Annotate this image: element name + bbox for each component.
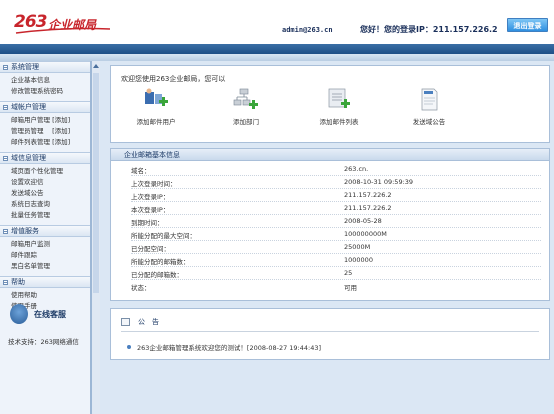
info-row: 所能分配的邮箱数： 1000000 <box>131 256 541 267</box>
info-value: 25 <box>344 269 353 277</box>
mailbox-info-panel: 企业邮箱基本信息 域名： 263.cn. 上次登录时间： 2008-10-31 09… <box>110 148 550 301</box>
notice-doc-icon <box>416 88 442 112</box>
notice-title: 公 告 <box>138 318 159 326</box>
info-value: 211.157.226.2 <box>344 204 392 212</box>
info-value: 100000000M <box>344 230 387 238</box>
info-value: 2008-05-28 <box>344 217 382 225</box>
add-department-label: 添加部门 <box>233 118 259 126</box>
collapse-icon <box>3 64 8 70</box>
info-key: 到期时间： <box>131 219 164 227</box>
sidebar-section-title: 增值服务 <box>11 227 39 235</box>
info-key: 域名： <box>131 167 151 175</box>
info-panel-title: 企业邮箱基本信息 <box>111 149 549 161</box>
logo-swoosh-icon <box>15 27 111 34</box>
login-greeting: 您好！您的登录IP：211.157.226.2 <box>360 25 498 34</box>
sidebar-item-mail-tracking[interactable]: 邮件跟踪 <box>11 250 90 261</box>
sidebar-section-title: 帮助 <box>11 278 25 286</box>
sidebar-item-admins[interactable]: 管理员管理 [添加] <box>11 126 90 137</box>
bullet-icon <box>127 345 131 349</box>
info-key: 所能分配的邮箱数： <box>131 258 190 266</box>
sidebar-scrollbar[interactable] <box>91 61 100 414</box>
sidebar-section-system[interactable]: 系统管理 <box>0 61 90 73</box>
info-key: 已分配空间： <box>131 245 170 253</box>
notice-header: 公 告 <box>121 317 159 327</box>
welcome-title: 欢迎您使用263企业邮局，您可以 <box>121 75 226 83</box>
notice-item-text[interactable]: 263企业邮箱管理系统欢迎您的测试！[2008-08-27 19:44:43] <box>137 342 321 352</box>
welcome-panel: 欢迎您使用263企业邮局，您可以 添加邮件用户 添加部门 添加邮件列表 发送域公… <box>110 65 550 143</box>
header-bar <box>0 44 554 54</box>
info-row: 本次登录IP： 211.157.226.2 <box>131 204 541 215</box>
sidebar-item-change-password[interactable]: 修改管理系统密码 <box>11 86 90 97</box>
info-row: 已分配空间： 25000M <box>131 243 541 254</box>
sidebar-section-value-added[interactable]: 增值服务 <box>0 225 90 237</box>
sidebar-item-blackwhite-list[interactable]: 黑白名单管理 <box>11 261 90 272</box>
info-row: 上次登录IP： 211.157.226.2 <box>131 191 541 202</box>
notice-icon <box>121 318 130 326</box>
send-notice-label: 发送域公告 <box>412 118 446 126</box>
sidebar-item-mailbox-users[interactable]: 邮箱用户管理 [添加] <box>11 115 90 126</box>
info-key: 已分配的邮箱数： <box>131 271 183 279</box>
info-key: 上次登录时间： <box>131 180 177 188</box>
info-row: 所能分配的最大空间： 100000000M <box>131 230 541 241</box>
scroll-thumb[interactable] <box>93 73 99 293</box>
add-mail-list-label: 添加邮件列表 <box>319 118 359 126</box>
user-email: admin@263.cn <box>282 26 333 34</box>
info-value: 可用 <box>344 284 357 292</box>
info-key: 上次登录IP： <box>131 193 170 201</box>
sidebar-item-welcome-letter[interactable]: 设置欢迎信 <box>11 177 90 188</box>
info-key: 状态： <box>131 284 151 292</box>
sidebar-section-domain-info[interactable]: 域信息管理 <box>0 152 90 164</box>
sidebar-item-send-notice[interactable]: 发送域公告 <box>11 188 90 199</box>
notice-panel: 公 告 263企业邮箱管理系统欢迎您的测试！[2008-08-27 19:44:… <box>110 308 550 360</box>
collapse-icon <box>3 279 8 285</box>
info-row: 已分配的邮箱数： 25 <box>131 269 541 280</box>
info-key: 本次登录IP： <box>131 206 170 214</box>
sidebar-section-title: 域帐户管理 <box>11 103 46 111</box>
customer-service-icon <box>10 304 28 324</box>
add-user-action[interactable]: 添加邮件用户 <box>121 88 191 126</box>
collapse-icon <box>3 155 8 161</box>
sidebar: 系统管理 企业基本信息 修改管理系统密码 域帐户管理 邮箱用户管理 [添加] 管… <box>0 61 91 414</box>
sidebar-section-title: 域信息管理 <box>11 154 46 162</box>
sidebar-section-help[interactable]: 帮助 <box>0 276 90 288</box>
sidebar-item-batch-tasks[interactable]: 批量任务管理 <box>11 210 90 221</box>
add-department-action[interactable]: 添加部门 <box>211 88 281 126</box>
main-content: 欢迎您使用263企业邮局，您可以 添加邮件用户 添加部门 添加邮件列表 发送域公… <box>100 61 554 414</box>
add-department-icon <box>233 88 259 112</box>
info-value: 211.157.226.2 <box>344 191 392 199</box>
sidebar-item-system-log[interactable]: 系统日志查询 <box>11 199 90 210</box>
notice-item[interactable]: 263企业邮箱管理系统欢迎您的测试！[2008-08-27 19:44:43] <box>127 342 321 352</box>
collapse-icon <box>3 228 8 234</box>
tech-support: 技术支持：263网络通信 <box>8 338 79 346</box>
sidebar-item-mail-lists[interactable]: 邮件列表管理 [添加] <box>11 137 90 148</box>
add-list-icon <box>326 88 352 112</box>
add-mail-list-action[interactable]: 添加邮件列表 <box>304 88 374 126</box>
add-user-icon <box>143 88 169 112</box>
online-service-label: 在线客服 <box>34 309 66 319</box>
sidebar-item-help[interactable]: 使用帮助 <box>11 290 90 301</box>
sidebar-item-company-info[interactable]: 企业基本信息 <box>11 75 90 86</box>
header-subbar <box>0 54 554 61</box>
logo: 263 企业邮局 <box>14 12 114 34</box>
sidebar-item-page-customize[interactable]: 域页面个性化管理 <box>11 166 90 177</box>
header: 263 企业邮局 admin@263.cn 您好！您的登录IP：211.157.… <box>0 0 554 48</box>
online-service-button[interactable]: 在线客服 <box>10 304 66 324</box>
add-user-label: 添加邮件用户 <box>136 118 176 126</box>
info-row: 上次登录时间： 2008-10-31 09:59:39 <box>131 178 541 189</box>
info-row: 域名： 263.cn. <box>131 165 541 176</box>
sidebar-section-accounts[interactable]: 域帐户管理 <box>0 101 90 113</box>
info-value: 25000M <box>344 243 371 251</box>
info-row: 状态： 可用 <box>131 282 541 293</box>
info-key: 所能分配的最大空间： <box>131 232 196 240</box>
sidebar-item-user-monitor[interactable]: 邮箱用户监测 <box>11 239 90 250</box>
info-row: 到期时间： 2008-05-28 <box>131 217 541 228</box>
info-value: 2008-10-31 09:59:39 <box>344 178 414 186</box>
scroll-up-icon[interactable] <box>93 64 99 68</box>
collapse-icon <box>3 104 8 110</box>
info-value: 263.cn. <box>344 165 369 173</box>
sidebar-section-title: 系统管理 <box>11 63 39 71</box>
info-value: 1000000 <box>344 256 373 264</box>
logout-button[interactable]: 退出登录 <box>507 18 548 32</box>
send-notice-action[interactable]: 发送域公告 <box>394 88 464 126</box>
